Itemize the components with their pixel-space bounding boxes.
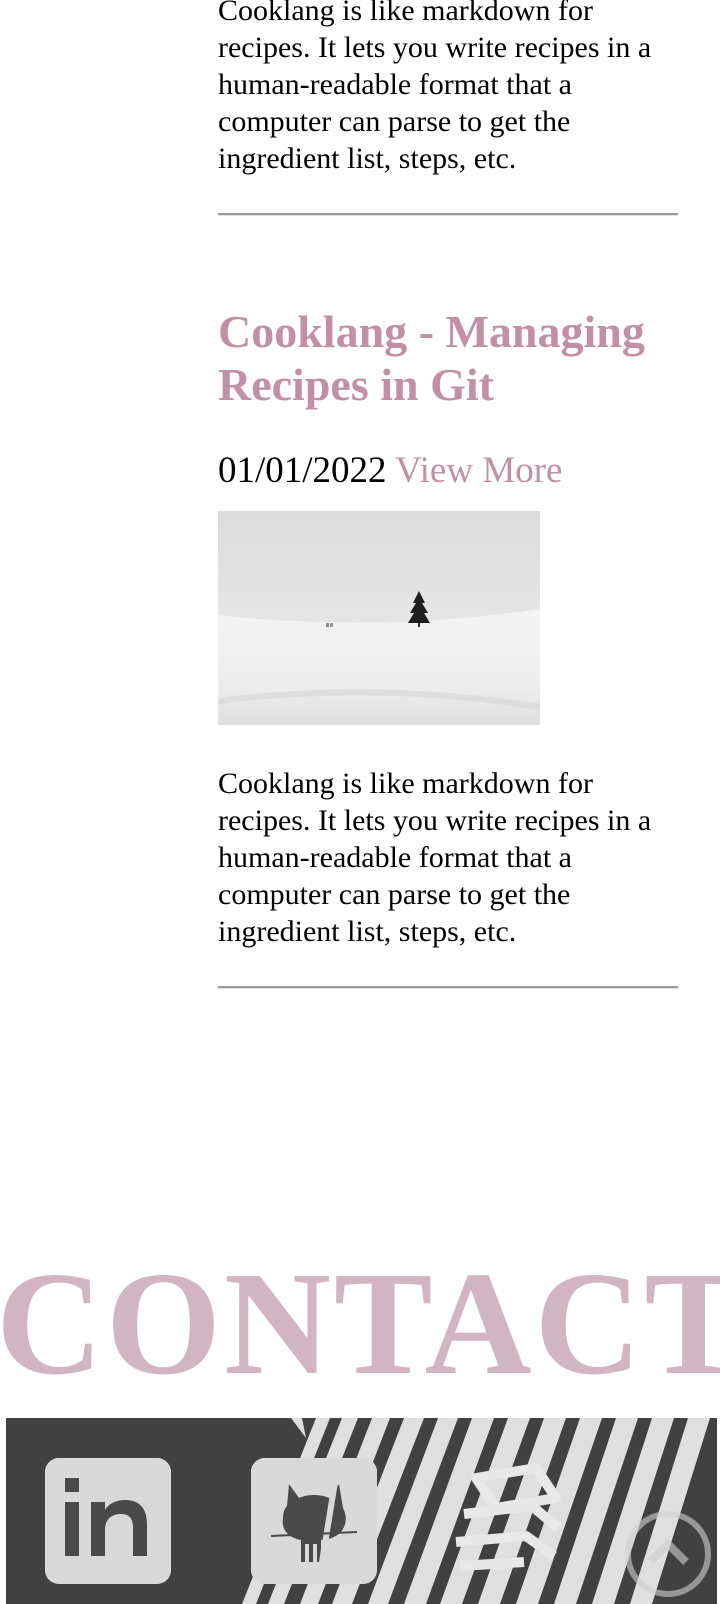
linkedin-icon <box>45 1458 171 1584</box>
post-divider <box>218 213 678 216</box>
post-date: 01/01/2022 <box>218 450 387 491</box>
github-icon <box>251 1458 377 1584</box>
post-meta: 01/01/2022 View More <box>218 449 678 493</box>
post-thumbnail[interactable] <box>218 511 540 725</box>
github-link[interactable] <box>251 1458 377 1584</box>
scroll-to-top-icon <box>625 1511 711 1597</box>
stack-overflow-icon <box>455 1463 562 1571</box>
stack-overflow-link[interactable] <box>446 1458 576 1584</box>
view-more-link[interactable]: View More <box>395 450 562 491</box>
post-previous: Cooklang is like markdown for recipes. I… <box>218 0 678 216</box>
contact-banner <box>6 1418 717 1604</box>
post-excerpt: Cooklang is like markdown for recipes. I… <box>218 0 652 175</box>
post-divider <box>218 986 678 989</box>
post-cooklang: Cooklang - Managing Recipes in Git 01/01… <box>218 305 678 989</box>
post-excerpt: Cooklang is like markdown for recipes. I… <box>218 767 652 948</box>
page: Cooklang is like markdown for recipes. I… <box>0 0 720 1604</box>
scroll-to-top-button[interactable] <box>620 1506 716 1602</box>
post-title[interactable]: Cooklang - Managing Recipes in Git <box>218 305 678 411</box>
contact-heading: CONTACT <box>0 1242 720 1406</box>
linkedin-link[interactable] <box>45 1458 171 1584</box>
